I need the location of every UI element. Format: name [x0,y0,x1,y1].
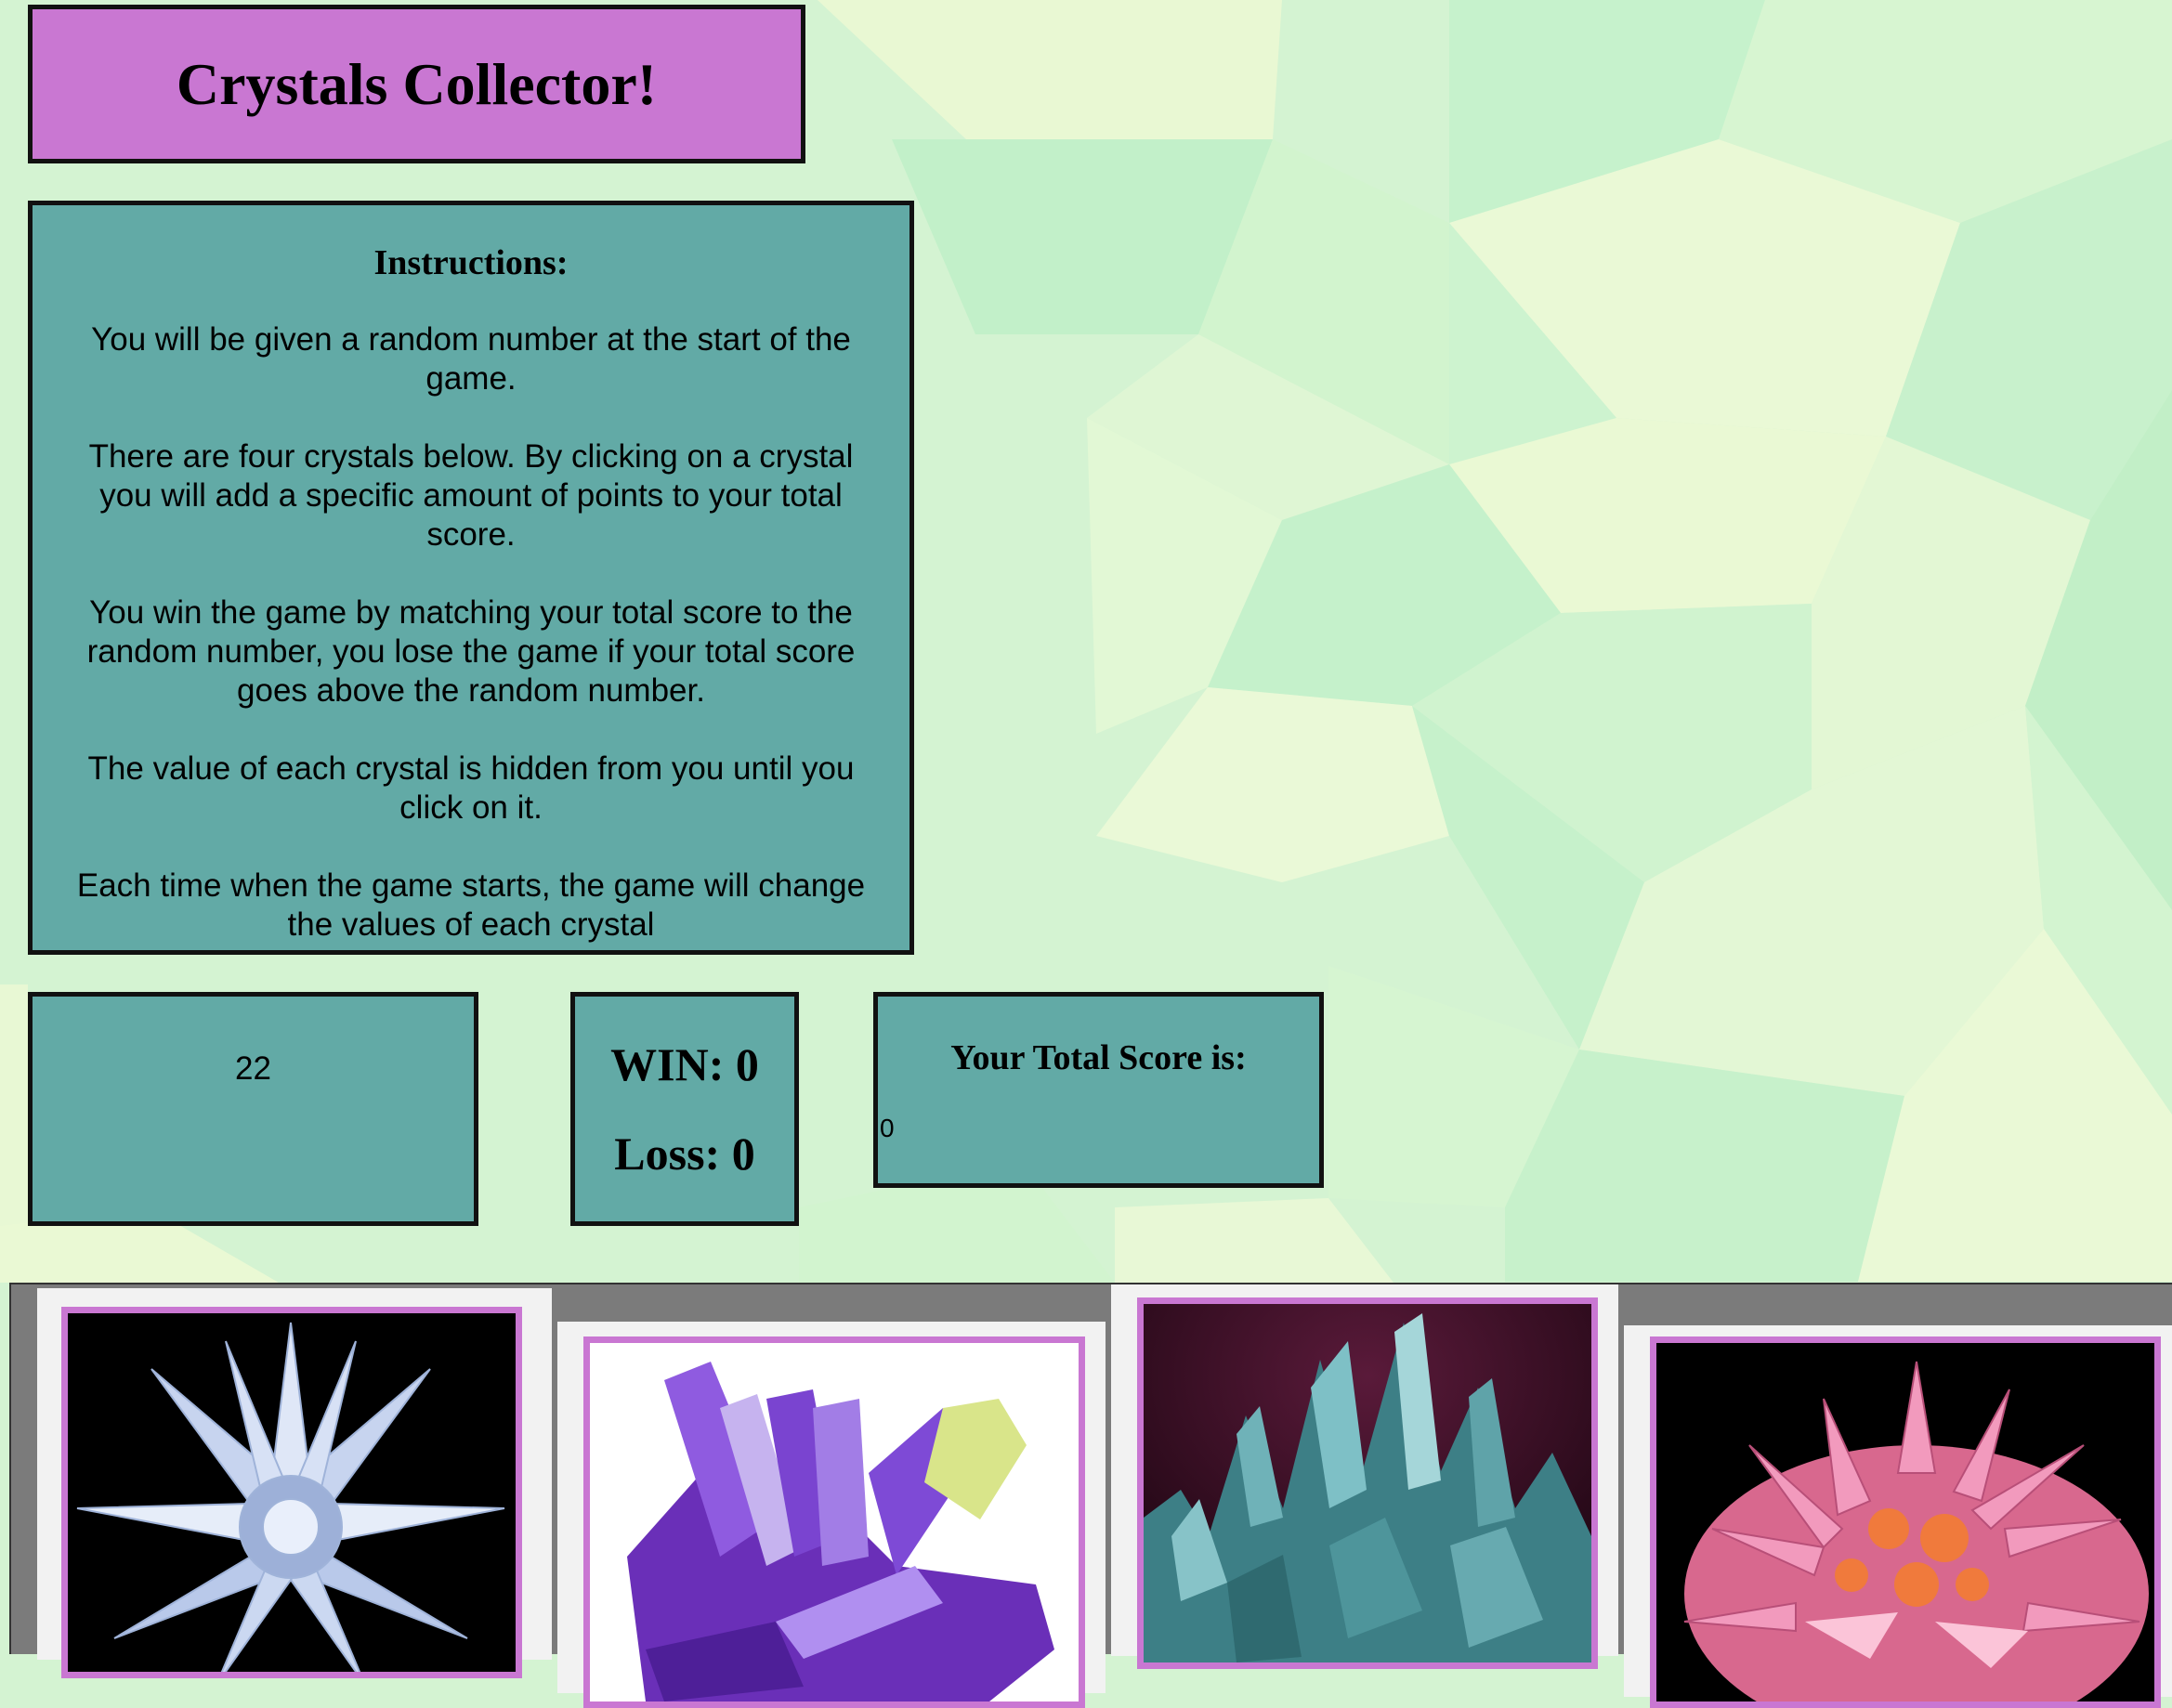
crystal-card [1111,1284,1618,1669]
page-title: Crystals Collector! [176,50,658,117]
random-number-value: 22 [235,1050,271,1087]
crystal-card [37,1288,552,1678]
loss-count: Loss: 0 [614,1128,755,1180]
crystal-card [1624,1325,2172,1708]
instructions-panel: Instructions: You will be given a random… [28,201,914,955]
teal-aqua-crystal-icon [1144,1304,1591,1662]
random-number-panel: 22 [28,992,478,1226]
crystal-card [557,1322,1106,1708]
crystal-row [9,1283,2172,1708]
total-score-heading: Your Total Score is: [950,1038,1247,1077]
crystal-button-2[interactable] [583,1336,1085,1708]
instruction-paragraph: There are four crystals below. By clicki… [88,438,854,553]
crystal-button-3[interactable] [1137,1297,1598,1669]
crystal-button-1[interactable] [61,1307,522,1678]
pink-cluster-crystal-icon [1656,1343,2154,1701]
instruction-paragraph: The value of each crystal is hidden from… [87,750,855,826]
instruction-paragraph: You win the game by matching your total … [86,594,856,709]
total-score-value: 0 [880,1114,895,1142]
clear-star-crystal-icon [68,1313,516,1672]
instruction-paragraph: You will be given a random number at the… [91,321,851,397]
win-loss-panel: WIN: 0 Loss: 0 [570,992,799,1226]
title-banner: Crystals Collector! [28,5,805,163]
purple-amethyst-crystal-icon [590,1343,1079,1701]
total-score-panel: Your Total Score is: 0 [873,992,1324,1188]
instruction-paragraph: Each time when the game starts, the game… [76,867,866,943]
crystal-button-4[interactable] [1650,1336,2161,1708]
instructions-heading: Instructions: [373,243,569,282]
win-count: WIN: 0 [610,1038,759,1090]
